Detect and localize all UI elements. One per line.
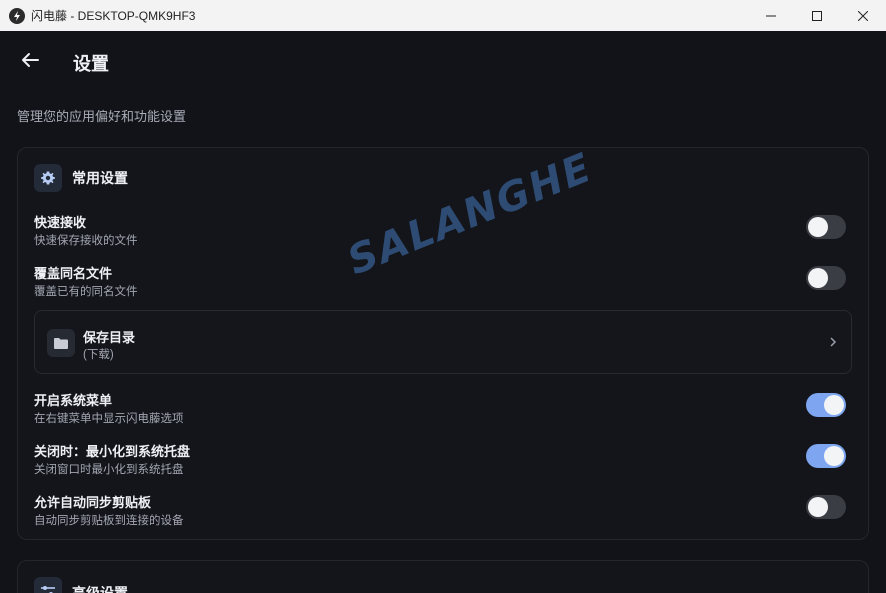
minimize-button[interactable] xyxy=(748,0,794,31)
setting-title: 允许自动同步剪贴板 xyxy=(34,495,152,510)
advanced-settings-card: 高级设置 xyxy=(17,560,869,593)
page-subtitle: 管理您的应用偏好和功能设置 xyxy=(17,109,187,124)
minimize-to-tray-toggle[interactable] xyxy=(806,444,846,468)
overwrite-files-toggle[interactable] xyxy=(806,266,846,290)
setting-title: 快速接收 xyxy=(34,215,87,230)
quick-receive-toggle[interactable] xyxy=(806,215,846,239)
save-directory-item[interactable]: 保存目录 (下载) xyxy=(34,310,852,374)
setting-minimize-to-tray: 关闭时：最小化到系统托盘 关闭窗口时最小化到系统托盘 xyxy=(34,441,854,481)
setting-clipboard-sync: 允许自动同步剪贴板 自动同步剪贴板到连接的设备 xyxy=(34,492,854,532)
common-settings-title: 常用设置 xyxy=(72,170,128,186)
maximize-button[interactable] xyxy=(794,0,840,31)
save-directory-value: (下载) xyxy=(83,349,114,361)
minimize-icon xyxy=(766,15,776,16)
arrow-left-icon xyxy=(22,53,39,67)
setting-desc: 自动同步剪贴板到连接的设备 xyxy=(34,515,184,527)
gear-icon xyxy=(34,164,62,192)
chevron-right-icon xyxy=(829,335,837,353)
close-button[interactable] xyxy=(840,0,886,31)
back-button[interactable] xyxy=(16,46,44,74)
sliders-icon xyxy=(34,577,62,593)
clipboard-sync-toggle[interactable] xyxy=(806,495,846,519)
setting-desc: 覆盖已有的同名文件 xyxy=(34,286,138,298)
app-logo-icon xyxy=(9,7,25,24)
setting-overwrite-files: 覆盖同名文件 覆盖已有的同名文件 xyxy=(34,263,854,303)
page-title: 设置 xyxy=(73,54,109,74)
save-directory-title: 保存目录 xyxy=(83,330,136,345)
advanced-settings-title: 高级设置 xyxy=(72,585,128,593)
setting-title: 关闭时：最小化到系统托盘 xyxy=(34,444,191,459)
maximize-icon xyxy=(812,10,822,21)
setting-system-menu: 开启系统菜单 在右键菜单中显示闪电藤选项 xyxy=(34,390,854,430)
system-menu-toggle[interactable] xyxy=(806,393,846,417)
setting-desc: 关闭窗口时最小化到系统托盘 xyxy=(34,464,184,476)
title-bar: 闪电藤 - DESKTOP-QMK9HF3 xyxy=(0,0,886,31)
setting-desc: 快速保存接收的文件 xyxy=(34,235,138,247)
folder-icon xyxy=(47,329,75,357)
window-title: 闪电藤 - DESKTOP-QMK9HF3 xyxy=(31,9,196,23)
setting-title: 覆盖同名文件 xyxy=(34,266,113,281)
setting-desc: 在右键菜单中显示闪电藤选项 xyxy=(34,413,184,425)
close-icon xyxy=(858,10,868,21)
setting-title: 开启系统菜单 xyxy=(34,393,113,408)
